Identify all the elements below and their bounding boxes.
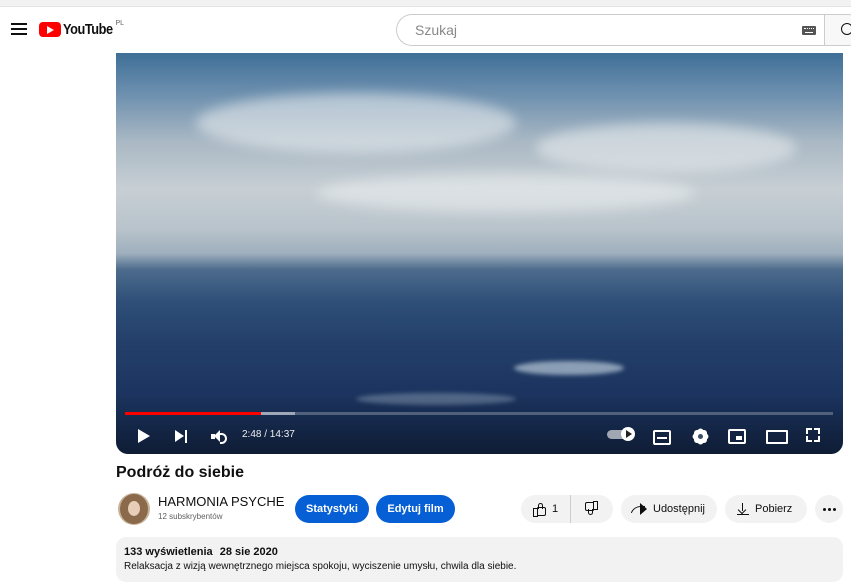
description-meta: 133 wyświetlenia 28 sie 2020 [124,546,835,558]
subscriber-count: 12 subskrybentów [158,512,223,521]
download-label: Pobierz [755,503,793,515]
view-count: 133 wyświetlenia [124,546,213,558]
logo-text: YouTube [63,21,113,38]
subtitles-icon[interactable] [653,430,671,445]
video-frame-wave [514,361,624,375]
description-box[interactable]: 133 wyświetlenia 28 sie 2020 Relaksacja … [116,537,843,582]
country-code: PL [115,20,124,27]
play-button[interactable] [138,429,150,443]
thumbs-up-icon [533,503,546,517]
search-button[interactable] [824,14,851,46]
volume-icon[interactable] [211,430,229,444]
progress-played [125,412,261,415]
thumbs-down-icon [585,501,598,515]
miniplayer-icon[interactable] [728,429,746,444]
search-input[interactable] [413,21,777,39]
search-box [396,14,824,46]
keyboard-icon[interactable] [802,26,816,35]
download-button[interactable]: Pobierz [725,495,807,523]
more-actions-button[interactable] [815,495,843,523]
settings-icon[interactable] [691,427,710,446]
dislike-button[interactable] [571,495,613,523]
controls-gradient [116,394,843,454]
video-frame-cloud [536,123,796,173]
theater-mode-icon[interactable] [766,430,788,444]
autoplay-toggle[interactable] [607,427,635,441]
upload-date: 28 sie 2020 [219,546,278,558]
like-count: 1 [552,503,559,515]
fullscreen-icon[interactable] [806,428,820,442]
edit-video-button[interactable]: Edytuj film [376,495,455,523]
channel-name[interactable]: HARMONIA PSYCHE [158,494,284,509]
video-frame-cloud [316,173,696,213]
menu-icon[interactable] [11,23,27,35]
stats-button[interactable]: Statystyki [295,495,369,523]
like-dislike-group: 1 [521,495,613,523]
progress-bar[interactable] [125,412,833,415]
share-label: Udostępnij [653,503,705,515]
video-player[interactable]: 2:48 / 14:37 [116,53,843,454]
video-title: Podróż do siebie [116,464,245,481]
time-display: 2:48 / 14:37 [242,429,295,440]
next-button[interactable] [175,430,189,443]
channel-avatar[interactable] [118,493,150,525]
description-text: Relaksacja z wizją wewnętrznego miejsca … [124,561,517,572]
youtube-logo[interactable]: YouTube PL [39,20,124,38]
search-icon [841,23,851,35]
share-button[interactable]: Udostępnij [621,495,717,523]
like-button[interactable]: 1 [521,495,571,523]
download-icon [737,503,749,515]
video-frame-cloud [196,93,516,153]
share-icon [631,503,647,515]
youtube-logo-icon [39,22,61,37]
top-border [0,0,851,7]
